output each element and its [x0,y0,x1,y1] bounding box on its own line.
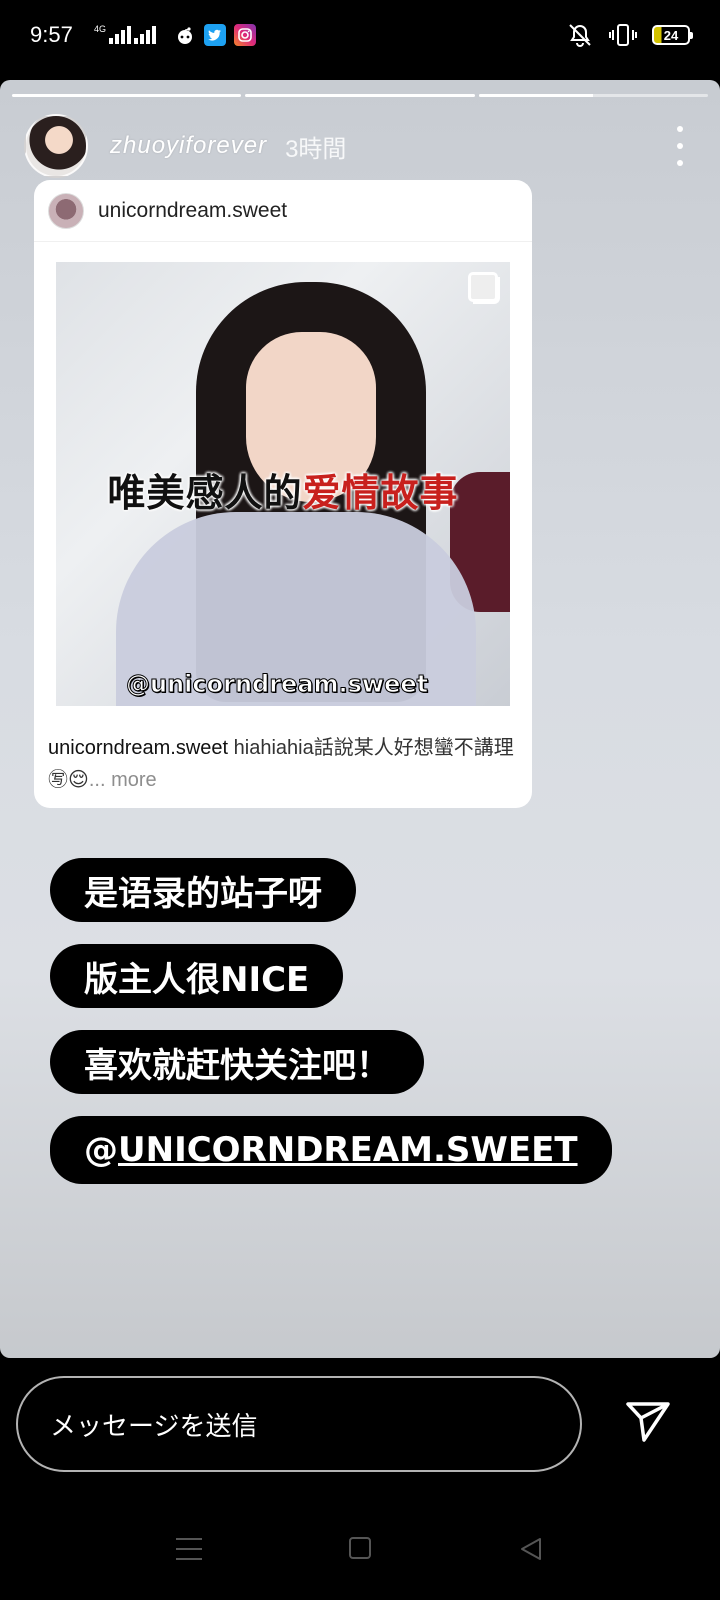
battery-level: 24 [663,27,679,43]
caption-more: ... more [88,769,157,791]
image-title-black: 唯美感人的 [107,471,303,515]
caption-username: unicorndream.sweet [48,737,229,759]
carousel-icon [468,272,500,304]
message-input[interactable]: メッセージを送信 [16,1376,582,1472]
instagram-icon [234,24,256,46]
mention-text: UNICORNDREAM.SWEET [118,1130,578,1170]
text-sticker: 版主人很NICE [50,944,344,1008]
signal-4g-icon: 4G [94,24,132,44]
progress-segment [245,94,475,97]
post-avatar [48,192,84,229]
text-sticker: 是语录的站子呀 [50,858,356,922]
mute-vibrate-icon [569,24,591,47]
more-options-icon[interactable] [670,126,690,166]
shared-post-card[interactable]: unicorndream.sweet 唯美感人的爱情故事 @unicorndre… [34,180,532,808]
story-progress [12,94,708,97]
navigation-bar [0,1510,720,1600]
story-timestamp: 3時間 [285,135,347,163]
avatar[interactable] [24,114,88,178]
send-icon[interactable] [622,1396,674,1448]
home-icon[interactable] [349,1537,371,1559]
vibrate-icon [609,24,637,46]
text-sticker: 喜欢就赶快关注吧！ [50,1030,424,1094]
mention-sticker[interactable]: @ UNICORNDREAM.SWEET [50,1116,612,1184]
post-image: 唯美感人的爱情故事 @unicorndream.sweet [56,262,510,706]
image-title-red: 爱情故事 [302,471,459,515]
network-type: 4G [94,24,107,34]
image-watermark: @unicorndream.sweet [125,670,429,699]
clock: 9:57 [30,22,73,47]
status-right: 24 [566,22,693,48]
signal-icon [134,24,156,44]
twitter-icon [204,24,226,46]
battery-icon: 24 [652,25,693,45]
story-card[interactable]: zhuoyiforever 3時間 unicorndream.sweet 唯美感… [0,80,720,1358]
post-username: unicorndream.sweet [98,198,288,222]
back-icon[interactable] [518,1536,544,1562]
status-bar: 9:57 4G 24 [0,0,720,72]
mention-prefix: @ [84,1130,118,1170]
progress-segment [12,94,242,97]
post-caption: unicorndream.sweet hiahiahia話說某人好想蠻不講理㊢😌… [48,732,518,796]
message-placeholder: メッセージを送信 [50,1410,258,1441]
story-username[interactable]: zhuoyiforever [110,132,267,160]
recents-icon[interactable] [176,1538,202,1560]
progress-segment [478,94,708,97]
post-header: unicorndream.sweet [34,180,532,242]
story-header: zhuoyiforever 3時間 [24,114,696,178]
reddit-icon [178,27,192,44]
image-title: 唯美感人的爱情故事 [56,462,510,517]
